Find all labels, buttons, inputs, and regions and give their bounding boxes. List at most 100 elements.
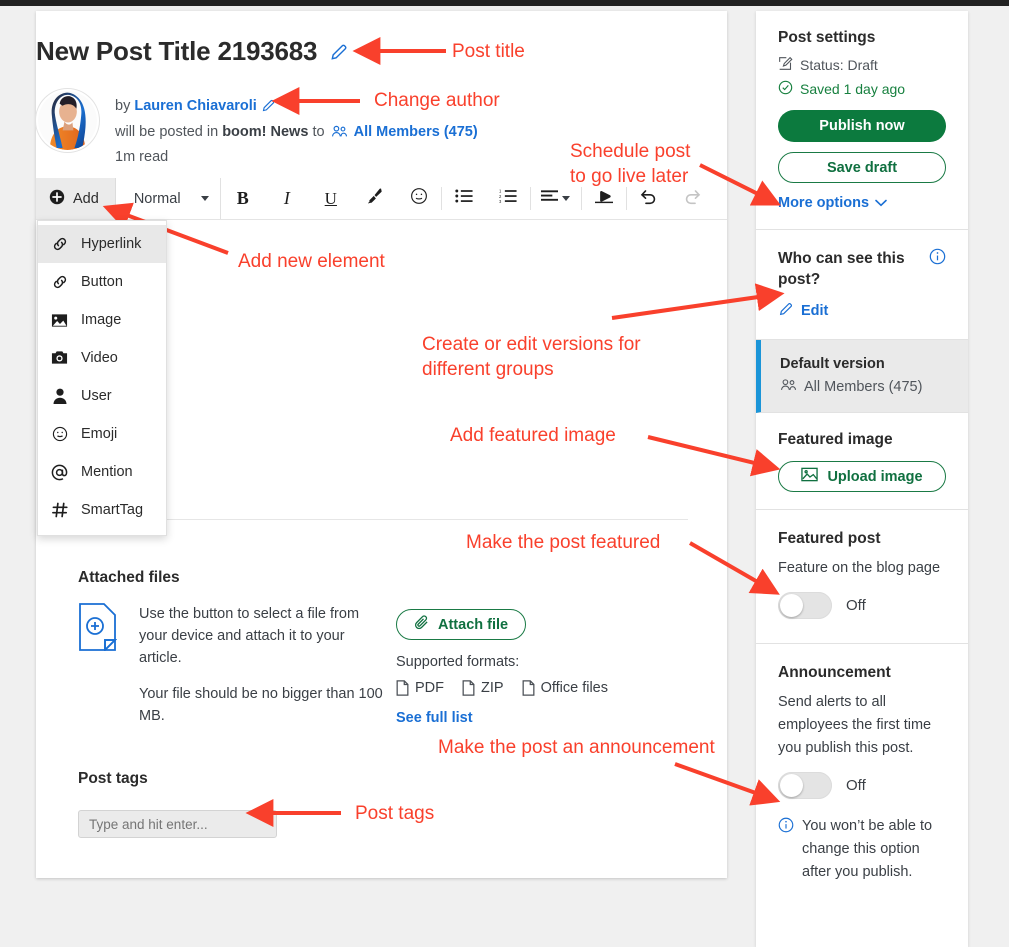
- format-zip: ZIP: [462, 680, 504, 696]
- upload-image-button[interactable]: Upload image: [778, 461, 946, 492]
- add-menu-item-smarttag[interactable]: SmartTag: [38, 491, 166, 529]
- attached-files-info: Use the button to select a file from you…: [78, 603, 387, 727]
- add-menu-item-label: Video: [81, 350, 118, 366]
- format-office: Office files: [522, 680, 608, 696]
- format-office-label: Office files: [540, 680, 608, 696]
- add-menu-item-label: Emoji: [81, 426, 118, 442]
- add-menu-item-mention[interactable]: Mention: [38, 453, 166, 491]
- announcement-note: You won’t be able to change this option …: [778, 815, 946, 884]
- toggle-knob: [780, 594, 803, 617]
- undo-button[interactable]: [627, 178, 671, 219]
- file-add-icon: [78, 603, 118, 727]
- author-block: by Lauren Chiavaroli will be posted in b…: [36, 89, 478, 168]
- link-icon: [51, 274, 68, 290]
- underline-icon: U: [324, 188, 337, 208]
- editor-divider: [78, 519, 688, 520]
- redo-button[interactable]: [671, 178, 715, 219]
- add-element-button[interactable]: Add: [36, 178, 116, 219]
- edit-visibility-label: Edit: [801, 303, 829, 319]
- audience-link[interactable]: All Members (475): [354, 124, 478, 140]
- supported-formats-list: PDF ZIP Office files: [396, 680, 608, 696]
- posted-in-prefix: will be posted in: [115, 124, 219, 140]
- emoji-icon: [410, 187, 428, 210]
- avatar: [36, 89, 99, 152]
- edit-author-pencil-icon[interactable]: [261, 98, 276, 120]
- featured-post-toggle[interactable]: [778, 592, 832, 619]
- browser-top-bar: [0, 0, 1009, 6]
- add-menu-item-label: Image: [81, 312, 122, 328]
- user-icon: [51, 388, 68, 404]
- featured-post-title: Featured post: [778, 530, 881, 547]
- add-menu-item-user[interactable]: User: [38, 377, 166, 415]
- group-members-icon: [780, 378, 797, 395]
- bullet-list-button[interactable]: [442, 178, 486, 219]
- clear-format-button[interactable]: [582, 178, 626, 219]
- edit-title-pencil-icon[interactable]: [329, 42, 349, 62]
- see-full-list-link[interactable]: See full list: [396, 710, 473, 726]
- text-color-button[interactable]: [353, 178, 397, 219]
- numbered-list-button[interactable]: 1 2 3: [486, 178, 530, 219]
- default-version-row[interactable]: Default version All Members (475): [756, 340, 968, 413]
- post-status-label: Status: Draft: [800, 57, 878, 73]
- bold-button[interactable]: B: [221, 178, 265, 219]
- add-menu-item-hyperlink[interactable]: Hyperlink: [38, 225, 166, 263]
- post-tags-heading: Post tags: [78, 770, 148, 787]
- featured-post-toggle-row: Off: [778, 592, 946, 619]
- saved-label: Saved 1 day ago: [800, 81, 906, 97]
- align-left-icon: [541, 189, 559, 209]
- add-menu-item-emoji[interactable]: Emoji: [38, 415, 166, 453]
- post-settings-title: Post settings: [778, 29, 876, 46]
- author-line: by Lauren Chiavaroli: [115, 96, 478, 120]
- add-menu-item-video[interactable]: Video: [38, 339, 166, 377]
- emoji-button[interactable]: [397, 178, 441, 219]
- add-element-menu: Hyperlink Button Image Video User Emoji …: [37, 220, 167, 536]
- announcement-toggle[interactable]: [778, 772, 832, 799]
- image-upload-icon: [801, 467, 819, 486]
- eraser-icon: [594, 188, 613, 209]
- bullet-list-icon: [455, 188, 473, 209]
- underline-button[interactable]: U: [309, 178, 353, 219]
- add-menu-item-button[interactable]: Button: [38, 263, 166, 301]
- chevron-down-icon: [562, 196, 571, 201]
- align-button[interactable]: [531, 178, 581, 219]
- toggle-knob: [780, 774, 803, 797]
- post-title-row: New Post Title 2193683: [36, 36, 727, 67]
- group-members-icon: [331, 125, 352, 142]
- paragraph-format-select[interactable]: Normal: [116, 178, 221, 219]
- plus-circle-icon: [49, 189, 65, 209]
- more-options-label: More options: [778, 195, 870, 211]
- visibility-header: Who can see this post?: [778, 248, 946, 290]
- info-icon[interactable]: [929, 248, 946, 270]
- add-menu-item-label: User: [81, 388, 112, 404]
- author-prefix: by: [115, 98, 131, 114]
- visibility-title: Who can see this post?: [778, 250, 905, 288]
- more-options-toggle[interactable]: More options: [778, 195, 887, 211]
- save-draft-button[interactable]: Save draft: [778, 152, 946, 183]
- announcement-title: Announcement: [778, 664, 891, 681]
- add-menu-item-image[interactable]: Image: [38, 301, 166, 339]
- attach-file-button[interactable]: Attach file: [396, 609, 527, 640]
- attach-file-label: Attach file: [438, 616, 509, 633]
- italic-icon: I: [283, 188, 290, 208]
- publish-now-button[interactable]: Publish now: [778, 110, 946, 142]
- attached-files-desc-2: Your file should be no bigger than 100 M…: [139, 686, 383, 724]
- page-title: New Post Title 2193683: [36, 36, 318, 66]
- chevron-down-icon: [875, 195, 887, 211]
- chevron-down-icon: [200, 196, 209, 201]
- announcement-desc: Send alerts to all employees the first t…: [778, 694, 932, 756]
- featured-image-section: Featured image Upload image: [756, 413, 968, 510]
- undo-icon: [639, 188, 658, 210]
- read-time: 1m read: [115, 149, 169, 165]
- supported-formats-label: Supported formats:: [396, 654, 520, 670]
- author-name-link[interactable]: Lauren Chiavaroli: [134, 98, 256, 114]
- italic-button[interactable]: I: [265, 178, 309, 219]
- draft-pencil-icon: [778, 56, 793, 74]
- at-icon: [51, 464, 68, 481]
- version-audience-label: All Members (475): [804, 378, 923, 395]
- version-audience: All Members (475): [780, 378, 946, 395]
- post-tags-input[interactable]: [78, 810, 277, 838]
- featured-image-title: Featured image: [778, 431, 893, 448]
- announcement-note-text: You won’t be able to change this option …: [802, 818, 933, 880]
- edit-visibility-link[interactable]: Edit: [778, 301, 828, 321]
- announcement-toggle-row: Off: [778, 772, 946, 799]
